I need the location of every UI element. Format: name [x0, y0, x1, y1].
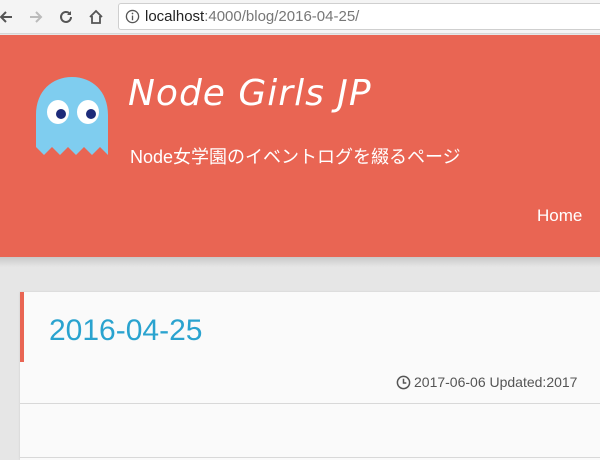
- post-card: 2016-04-25 2017-06-06 Updated:2017: [20, 292, 600, 460]
- forward-button[interactable]: [24, 5, 48, 29]
- info-icon[interactable]: [125, 9, 140, 24]
- arrow-left-icon: [0, 11, 12, 23]
- ghost-logo-icon: [36, 77, 108, 155]
- url-host: localhost: [145, 8, 205, 25]
- post-title[interactable]: 2016-04-25: [49, 314, 202, 348]
- post-dates: 2017-06-06 Updated:2017: [414, 374, 578, 390]
- url-text: localhost:4000/blog/2016-04-25/: [145, 8, 359, 25]
- nav-home-link[interactable]: Home: [537, 206, 582, 226]
- reload-button[interactable]: [54, 5, 78, 29]
- home-button[interactable]: [84, 5, 108, 29]
- house-icon: [89, 9, 103, 24]
- url-path: :4000/blog/2016-04-25/: [204, 8, 360, 25]
- site-title[interactable]: Node Girls JP: [128, 73, 372, 114]
- site-subtitle: Node女学園のイベントログを綴るページ: [130, 147, 461, 167]
- post-accent-bar: [20, 292, 24, 362]
- post-divider-bottom: [20, 457, 600, 458]
- back-button[interactable]: [0, 5, 18, 29]
- site-header: Node Girls JP Node女学園のイベントログを綴るページ Home: [0, 35, 600, 257]
- browser-toolbar: localhost:4000/blog/2016-04-25/: [0, 0, 600, 34]
- header-shadow: [0, 257, 600, 267]
- post-meta: 2017-06-06 Updated:2017: [396, 374, 577, 390]
- arrow-right-icon: [30, 11, 43, 23]
- address-bar[interactable]: localhost:4000/blog/2016-04-25/: [118, 3, 600, 30]
- post-divider: [20, 403, 600, 404]
- clock-icon: [396, 375, 411, 389]
- reload-icon: [60, 10, 72, 23]
